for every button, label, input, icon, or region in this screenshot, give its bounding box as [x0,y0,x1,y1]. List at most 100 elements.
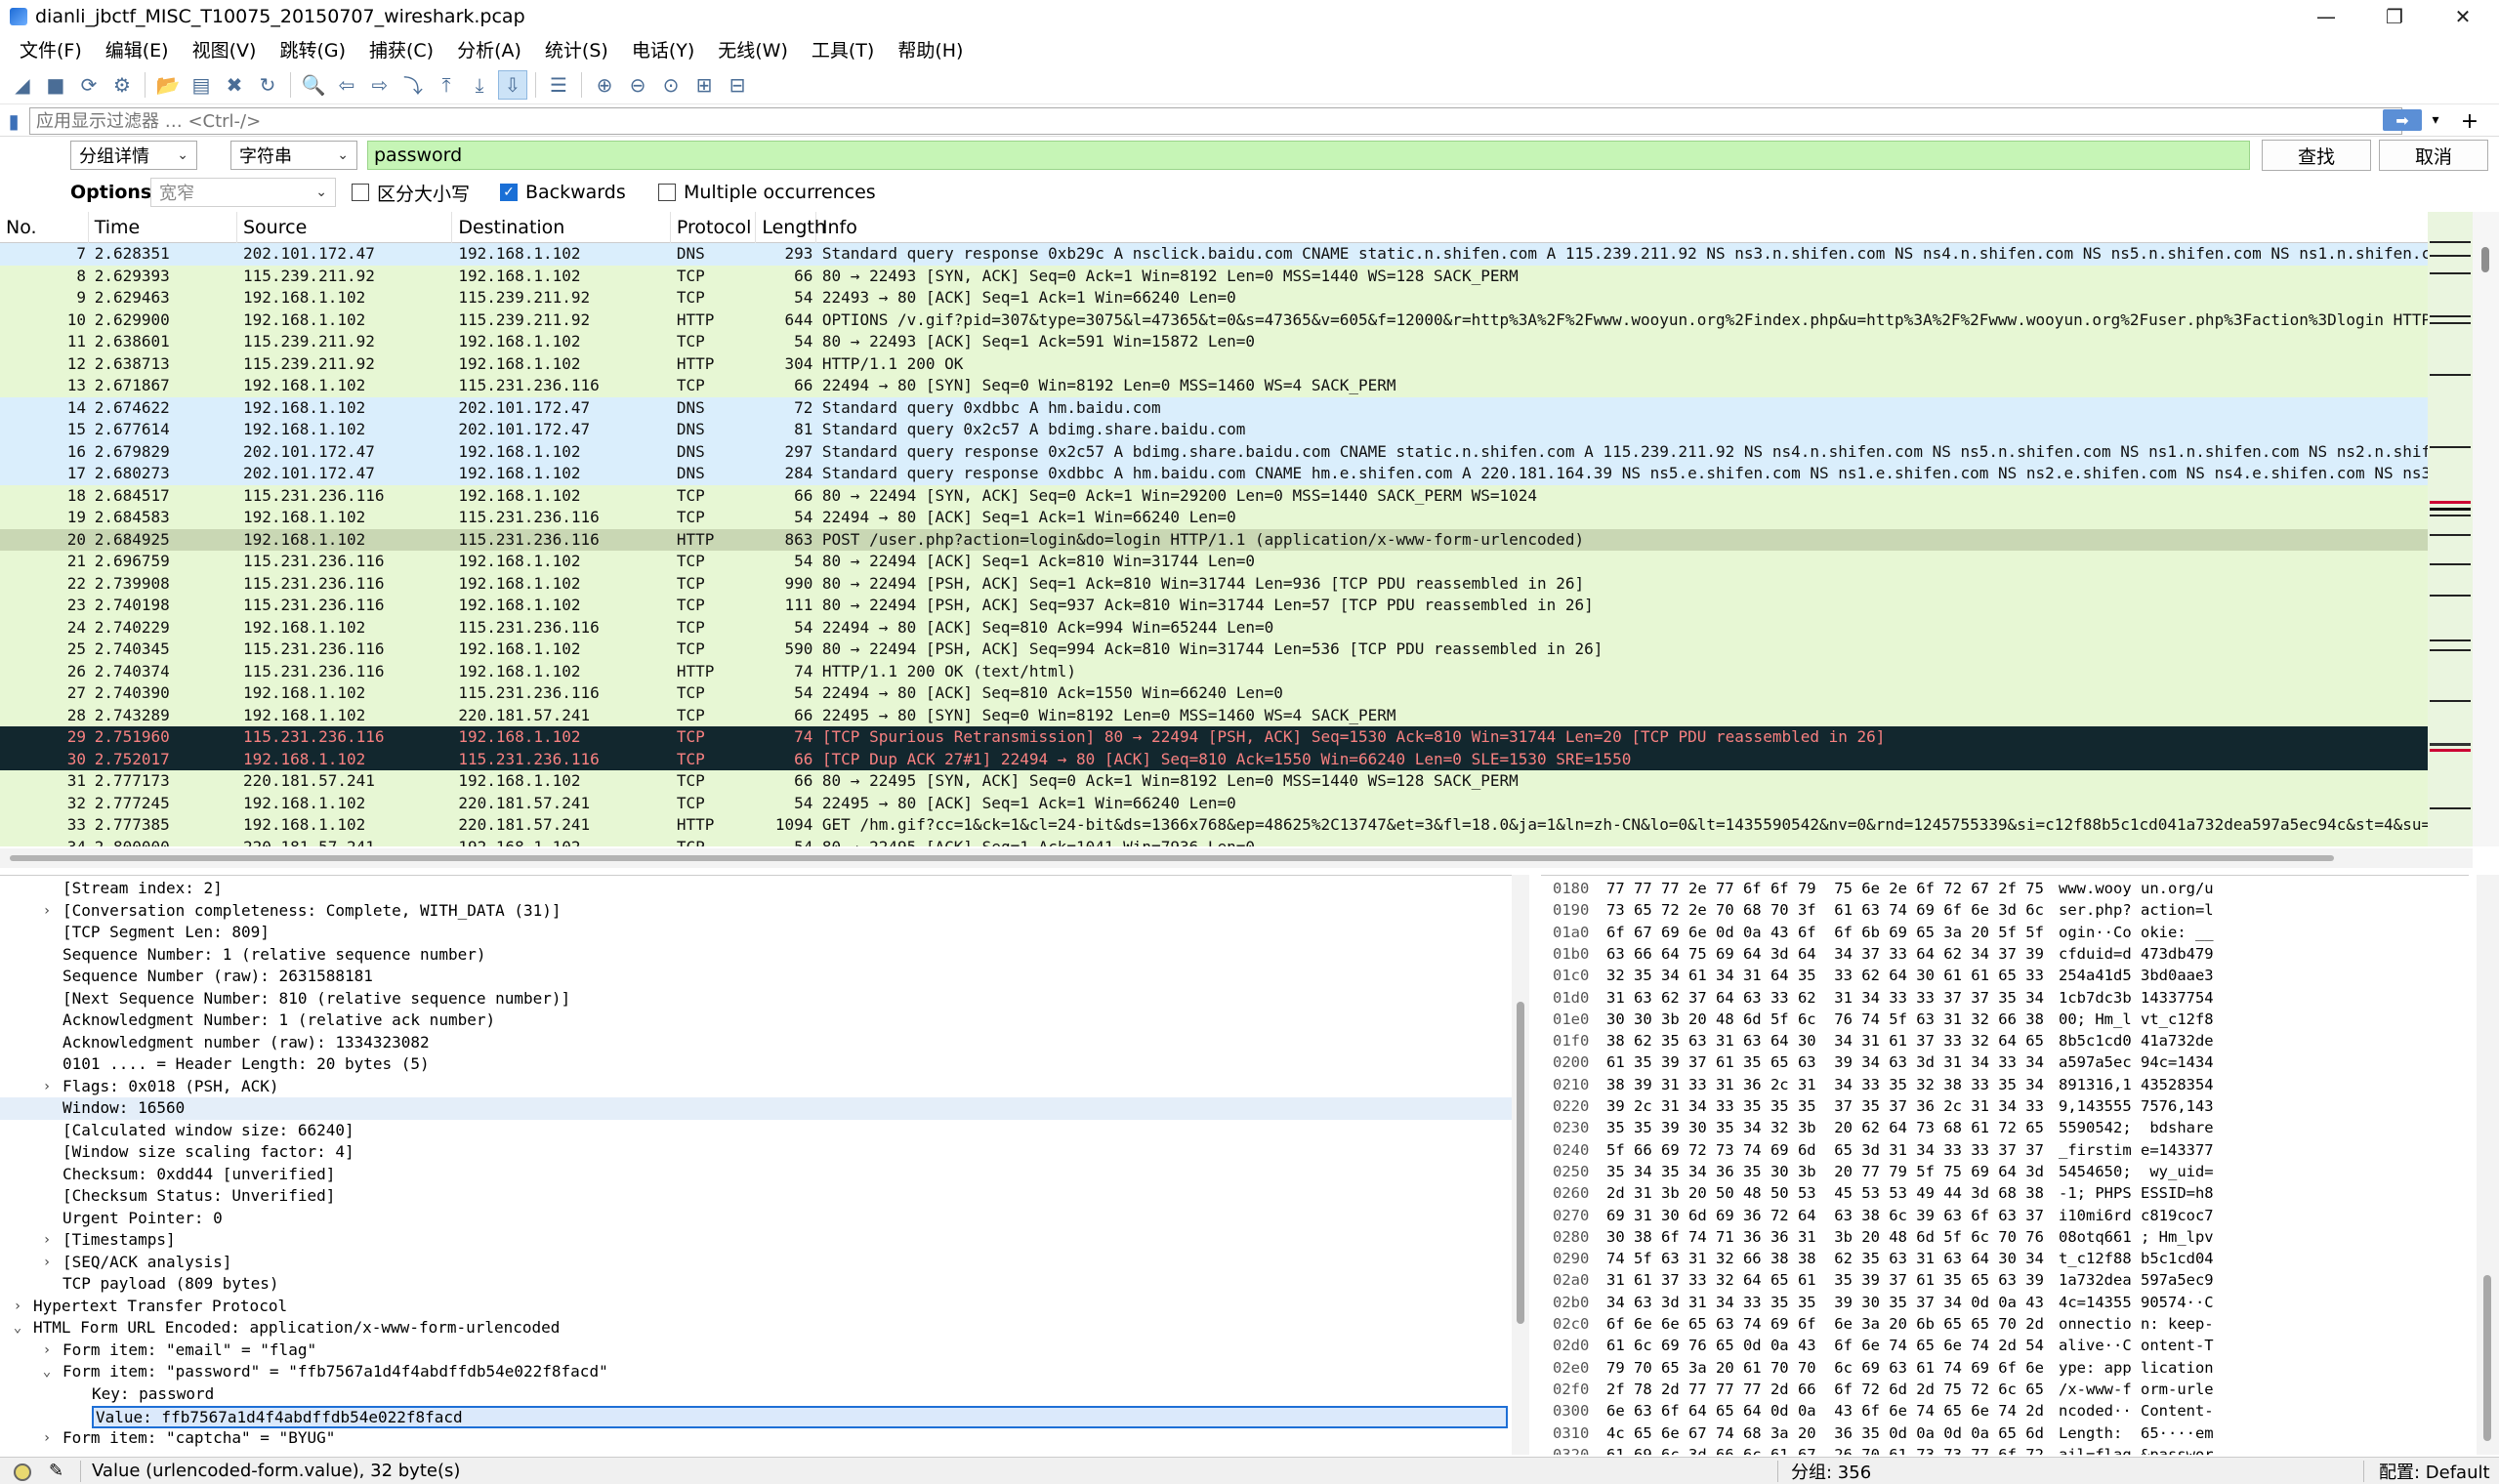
packet-list-minimap[interactable] [2428,212,2473,846]
bytes-ascii[interactable]: 08otq661 ; Hm_lpv [2059,1228,2214,1247]
expert-info-icon[interactable] [14,1463,31,1481]
detail-row[interactable]: Sequence Number: 1 (relative sequence nu… [0,944,1512,967]
packet-row[interactable]: 25 2.740345 115.231.236.116 192.168.1.102 TC… [0,639,2428,661]
detail-row[interactable]: ⌄ Form item: "password" = "ffb7567a1d4f4a… [0,1361,1512,1383]
bytes-ascii[interactable]: onnectio n: keep- [2059,1315,2214,1334]
bytes-ascii[interactable]: ncoded·· Content- [2059,1402,2214,1421]
bytes-hex[interactable]: 2d 31 3b 20 50 48 50 53 45 53 53 49 44 3… [1606,1184,2044,1203]
packet-row[interactable]: 14 2.674622 192.168.1.102 202.101.172.47 DNS… [0,396,2428,419]
detail-row[interactable]: [Next Sequence Number: 810 (relative seq… [0,988,1512,1010]
menu-item[interactable]: 帮助(H) [886,36,975,62]
bytes-ascii[interactable]: _firstim e=143377 [2059,1141,2214,1160]
detail-row[interactable]: 0101 .... = Header Length: 20 bytes (5) [0,1053,1512,1076]
packet-row[interactable]: 30 2.752017 192.168.1.102 115.231.236.116 TC… [0,748,2428,770]
bytes-ascii[interactable]: ser.php? action=l [2059,901,2214,920]
find-type-select[interactable]: 字符串 ⌄ [230,141,357,170]
scrollbar-thumb[interactable] [1517,1002,1524,1324]
bytes-hex[interactable]: 30 30 3b 20 48 6d 5f 6c 76 74 5f 63 31 3… [1606,1010,2044,1029]
packet-row[interactable]: 8 2.629393 115.239.211.92 192.168.1.102 TCP 6… [0,265,2428,287]
packet-row[interactable]: 31 2.777173 220.181.57.241 192.168.1.102 TCP… [0,770,2428,793]
packet-row[interactable]: 18 2.684517 115.231.236.116 192.168.1.102 TC… [0,484,2428,507]
packet-list-scrollbar[interactable] [2473,212,2499,846]
minimize-button[interactable]: — [2297,0,2355,32]
bytes-hex[interactable]: 31 63 62 37 64 63 33 62 31 34 33 33 37 3… [1606,989,2044,1008]
bytes-hex[interactable]: 61 6c 69 76 65 0d 0a 43 6f 6e 74 65 6e 7… [1606,1337,2044,1355]
layout-icon[interactable]: ⊟ [723,70,752,100]
maximize-button[interactable]: ❐ [2365,0,2424,32]
packet-details-tree[interactable]: [Stream index: 2] › [Conversation complete… [0,875,1512,1455]
column-header-info[interactable]: Info [816,212,2428,243]
detail-row[interactable]: › Hypertext Transfer Protocol [0,1296,1512,1318]
find-search-input[interactable]: password [367,141,2250,170]
bytes-ascii[interactable]: i10mi6rd c819coc7 [2059,1207,2214,1225]
bytes-ascii[interactable]: 9,143555 7576,143 [2059,1097,2214,1116]
packet-row[interactable]: 10 2.629900 192.168.1.102 115.239.211.92 HTT… [0,309,2428,331]
bytes-hex[interactable]: 39 2c 31 34 33 35 35 35 37 35 37 36 2c 3… [1606,1097,2044,1116]
resize-columns-icon[interactable]: ⊞ [689,70,719,100]
bytes-hex[interactable]: 35 34 35 34 36 35 30 3b 20 77 79 5f 75 6… [1606,1163,2044,1181]
find-packet-icon[interactable]: 🔍 [299,70,328,100]
charset-select[interactable]: 宽窄 ⌄ [150,178,336,207]
detail-row[interactable]: Key: password [0,1383,1512,1406]
go-to-packet-icon[interactable]: ⤵ [398,70,428,100]
packet-row[interactable]: 32 2.777245 192.168.1.102 220.181.57.241 TCP… [0,792,2428,814]
bytes-ascii[interactable]: 1a732dea 597a5ec9 [2059,1271,2214,1290]
detail-row[interactable]: ⌄ HTML Form URL Encoded: application/x-ww… [0,1317,1512,1340]
chevron-down-icon[interactable]: ⌄ [10,1317,25,1340]
bytes-hex[interactable]: 30 38 6f 74 71 36 36 31 3b 20 48 6d 5f 6… [1606,1228,2044,1247]
open-file-icon[interactable]: 📂 [153,70,183,100]
chevron-right-icon[interactable]: › [10,1296,25,1318]
zoom-reset-icon[interactable]: ⊙ [656,70,686,100]
bytes-hex[interactable]: 74 5f 63 31 32 66 38 38 62 35 63 31 63 6… [1606,1250,2044,1268]
column-header-protocol[interactable]: Protocol [671,212,757,243]
bytes-hex[interactable]: 31 61 37 33 32 64 65 61 35 39 37 61 35 6… [1606,1271,2044,1290]
packet-list-hscrollbar[interactable] [0,848,2473,868]
bytes-hex[interactable]: 4c 65 6e 67 74 68 3a 20 36 35 0d 0a 0d 0… [1606,1424,2044,1443]
bytes-hex[interactable]: 6e 63 6f 64 65 64 0d 0a 43 6f 6e 74 65 6… [1606,1402,2044,1421]
packet-row[interactable]: 23 2.740198 115.231.236.116 192.168.1.102 TC… [0,595,2428,617]
detail-row[interactable]: [Window size scaling factor: 4] [0,1141,1512,1164]
colorize-icon[interactable]: ☰ [544,70,573,100]
packet-row[interactable]: 15 2.677614 192.168.1.102 202.101.172.47 DNS… [0,419,2428,441]
detail-row[interactable]: Window: 16560 [0,1097,1512,1120]
zoom-out-icon[interactable]: ⊖ [623,70,652,100]
save-file-icon[interactable]: ▤ [187,70,216,100]
packet-row[interactable]: 33 2.777385 192.168.1.102 220.181.57.241 HTT… [0,814,2428,837]
menu-item[interactable]: 跳转(G) [268,36,357,62]
packet-row[interactable]: 34 2.800000 220.181.57.241 192.168.1.102 TCP… [0,836,2428,846]
restart-capture-icon[interactable]: ⟳ [74,70,104,100]
go-back-icon[interactable]: ⇦ [332,70,361,100]
profile-label[interactable]: 配置: Default [2379,1459,2490,1484]
filter-bookmark-icon[interactable]: ▮ [0,107,27,135]
bytes-hex[interactable]: 6f 6e 6e 65 63 74 69 6f 6e 3a 20 6b 65 6… [1606,1315,2044,1334]
bytes-ascii[interactable]: ogin··Co okie: __ [2059,924,2214,942]
menu-item[interactable]: 工具(T) [800,36,886,62]
packet-row[interactable]: 13 2.671867 192.168.1.102 115.231.236.116 TC… [0,375,2428,397]
detail-row[interactable]: › [Conversation completeness: Complete, W… [0,900,1512,923]
bytes-hex[interactable]: 34 63 3d 31 34 33 35 35 39 30 35 37 34 0… [1606,1294,2044,1312]
cancel-button[interactable]: 取消 [2379,140,2488,171]
bytes-ascii[interactable]: ype: app lication [2059,1359,2214,1378]
bytes-ascii[interactable]: 8b5c1cd0 41a732de [2059,1032,2214,1051]
detail-row[interactable]: › [SEQ/ACK analysis] [0,1252,1512,1274]
packet-row[interactable]: 21 2.696759 115.231.236.116 192.168.1.102 TC… [0,551,2428,573]
packet-row[interactable]: 19 2.684583 192.168.1.102 115.231.236.116 TC… [0,507,2428,529]
zoom-in-icon[interactable]: ⊕ [590,70,619,100]
packet-list[interactable]: No. Time Source Destination Protocol Length In… [0,212,2428,846]
bytes-hex[interactable]: 35 35 39 30 35 34 32 3b 20 62 64 73 68 6… [1606,1119,2044,1137]
bytes-ascii[interactable]: 1cb7dc3b 14337754 [2059,989,2214,1008]
detail-row[interactable]: Value: ffb7567a1d4f4abdffdb54e022f8facd [0,1405,1512,1428]
packet-row[interactable]: 17 2.680273 202.101.172.47 192.168.1.102 DNS… [0,463,2428,485]
menu-item[interactable]: 电话(Y) [620,36,706,62]
scrollbar-thumb[interactable] [2483,1275,2491,1441]
bytes-ascii[interactable]: 5590542; bdshare [2059,1119,2214,1137]
go-first-icon[interactable]: ⤒ [432,70,461,100]
packet-row[interactable]: 29 2.751960 115.231.236.116 192.168.1.102 TC… [0,726,2428,749]
menu-item[interactable]: 文件(F) [8,36,94,62]
backwards-checkbox[interactable]: ✓ Backwards [500,182,626,203]
column-header-source[interactable]: Source [237,212,453,243]
packet-row[interactable]: 28 2.743289 192.168.1.102 220.181.57.241 TCP… [0,704,2428,726]
packet-row[interactable]: 7 2.628351 202.101.172.47 192.168.1.102 DNS 2… [0,243,2428,266]
detail-row[interactable]: [Stream index: 2] [0,878,1512,900]
packet-row[interactable]: 22 2.739908 115.231.236.116 192.168.1.102 TC… [0,572,2428,595]
